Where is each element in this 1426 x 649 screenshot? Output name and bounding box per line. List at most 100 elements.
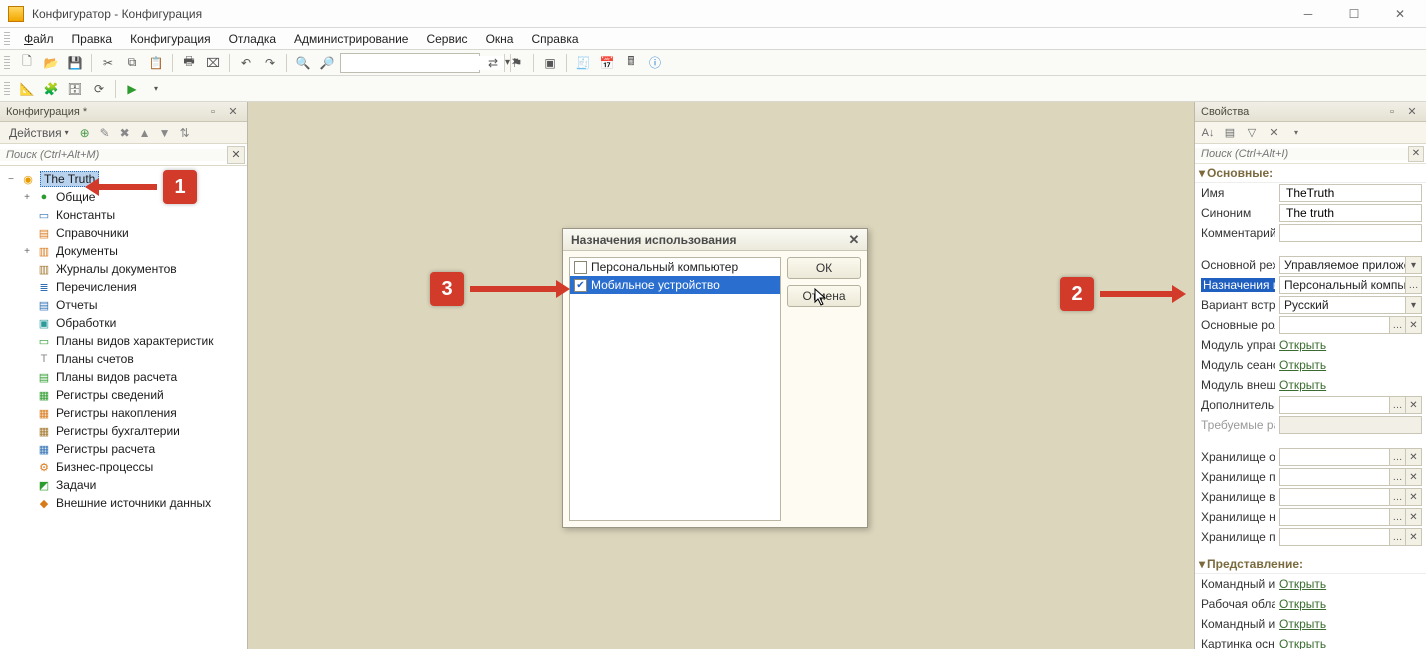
ellipsis-icon[interactable]: … bbox=[1389, 449, 1405, 465]
tree-item[interactable]: +▦Регистры сведений bbox=[0, 386, 247, 404]
prop-assignments-combo[interactable]: Персональный компьюте … bbox=[1279, 276, 1422, 294]
open-link[interactable]: Открыть bbox=[1279, 637, 1326, 649]
menu-service[interactable]: Сервис bbox=[418, 30, 475, 48]
run-button[interactable]: ▶ bbox=[121, 78, 143, 100]
clear-icon[interactable]: ✕ bbox=[1405, 469, 1421, 485]
open-file-button[interactable]: 📂 bbox=[40, 52, 62, 74]
menubar-grip[interactable] bbox=[4, 32, 10, 46]
categorize-icon[interactable]: ▤ bbox=[1221, 124, 1239, 142]
open-link[interactable]: Открыть bbox=[1279, 597, 1326, 611]
syntax-check-button[interactable]: 🧾 bbox=[572, 52, 594, 74]
tree-item[interactable]: +▦Регистры бухгалтерии bbox=[0, 422, 247, 440]
configuration-button[interactable]: 🧩 bbox=[40, 78, 62, 100]
properties-search-clear[interactable]: ✕ bbox=[1408, 146, 1424, 162]
checkbox-icon[interactable]: ✔ bbox=[574, 279, 587, 292]
configuration-tree[interactable]: − ◉ The Truth +●Общие+▭Константы+▤Справо… bbox=[0, 166, 247, 649]
tree-item[interactable]: +◩Задачи bbox=[0, 476, 247, 494]
clear-icon[interactable]: ✕ bbox=[1405, 397, 1421, 413]
clear-icon[interactable]: ✕ bbox=[1405, 509, 1421, 525]
ellipsis-icon[interactable]: … bbox=[1389, 317, 1405, 333]
prop-name-input[interactable] bbox=[1284, 185, 1417, 201]
ellipsis-icon[interactable]: … bbox=[1389, 489, 1405, 505]
tree-item[interactable]: +▥Журналы документов bbox=[0, 260, 247, 278]
cut-button[interactable]: ✂ bbox=[97, 52, 119, 74]
properties-panel-close-icon[interactable]: ✕ bbox=[1404, 104, 1420, 120]
dialog-cancel-button[interactable]: Отмена bbox=[787, 285, 861, 307]
window-minimize-button[interactable]: ─ bbox=[1286, 2, 1330, 26]
prop-comment-input[interactable] bbox=[1284, 225, 1417, 241]
open-link[interactable]: Открыть bbox=[1279, 378, 1326, 392]
open-link[interactable]: Открыть bbox=[1279, 338, 1326, 352]
ellipsis-icon[interactable]: … bbox=[1389, 509, 1405, 525]
designer-button[interactable]: 📐 bbox=[16, 78, 38, 100]
prop-variant-combo[interactable]: Русский ▾ bbox=[1279, 296, 1422, 314]
configuration-panel-pin-icon[interactable]: ▫ bbox=[205, 104, 221, 120]
properties-search-input[interactable] bbox=[1195, 148, 1408, 160]
open-link[interactable]: Открыть bbox=[1279, 358, 1326, 372]
sort-icon[interactable]: ⇅ bbox=[176, 124, 194, 142]
filter-icon[interactable]: ▽ bbox=[1243, 124, 1261, 142]
find-next-button[interactable]: 🔎 bbox=[316, 52, 338, 74]
menu-config[interactable]: Конфигурация bbox=[122, 30, 219, 48]
ellipsis-icon[interactable]: … bbox=[1389, 397, 1405, 413]
tree-collapse-icon[interactable]: − bbox=[6, 174, 16, 185]
run-dropdown[interactable]: ▾ bbox=[145, 78, 167, 100]
menu-file[interactable]: Файл bbox=[16, 30, 62, 48]
tree-item[interactable]: +▦Регистры расчета bbox=[0, 440, 247, 458]
tree-expand-icon[interactable]: + bbox=[22, 246, 32, 257]
sort-a-icon[interactable]: A↓ bbox=[1199, 124, 1217, 142]
toolbar-grip-2[interactable] bbox=[4, 82, 10, 96]
delete-icon[interactable]: ✖ bbox=[116, 124, 134, 142]
move-up-icon[interactable]: ▲ bbox=[136, 124, 154, 142]
help-button[interactable]: ⓘ bbox=[644, 52, 666, 74]
dialog-close-button[interactable]: ✕ bbox=[845, 231, 863, 249]
add-icon[interactable]: ⊕ bbox=[76, 124, 94, 142]
open-link[interactable]: Открыть bbox=[1279, 617, 1326, 631]
actions-menu-button[interactable]: Действия▾ bbox=[4, 124, 74, 142]
paste-button[interactable]: 📋 bbox=[145, 52, 167, 74]
tree-item[interactable]: +⚙Бизнес-процессы bbox=[0, 458, 247, 476]
tree-item[interactable]: +●Общие bbox=[0, 188, 247, 206]
configuration-search-clear[interactable]: ✕ bbox=[227, 146, 245, 164]
new-file-button[interactable]: 🗋 bbox=[16, 52, 38, 74]
clear-icon[interactable]: ✕ bbox=[1405, 449, 1421, 465]
dialog-list-item[interactable]: ✔Мобильное устройство bbox=[570, 276, 780, 294]
toolbar-search[interactable]: ▾ ✕ bbox=[340, 53, 480, 73]
properties-section-presentation[interactable]: ▾Представление: bbox=[1195, 555, 1426, 574]
ellipsis-icon[interactable]: … bbox=[1405, 277, 1421, 293]
prop-main-mode-combo[interactable]: Управляемое приложени ▾ bbox=[1279, 256, 1422, 274]
menu-admin[interactable]: Администрирование bbox=[286, 30, 416, 48]
print-preview-button[interactable]: ⌧ bbox=[202, 52, 224, 74]
update-button[interactable]: ⟳ bbox=[88, 78, 110, 100]
tree-item[interactable]: +≣Перечисления bbox=[0, 278, 247, 296]
calculator-button[interactable]: 🖩 bbox=[620, 52, 642, 74]
toolbar-grip-1[interactable] bbox=[4, 56, 10, 70]
dialog-list[interactable]: Персональный компьютер✔Мобильное устройс… bbox=[569, 257, 781, 521]
properties-section-main[interactable]: ▾Основные: bbox=[1195, 164, 1426, 183]
toolbar-search-input[interactable] bbox=[341, 56, 504, 70]
prop-synonym-input[interactable] bbox=[1284, 205, 1417, 221]
dialog-list-item[interactable]: Персональный компьютер bbox=[570, 258, 780, 276]
tree-item[interactable]: +ТПланы счетов bbox=[0, 350, 247, 368]
tree-item[interactable]: +◆Внешние источники данных bbox=[0, 494, 247, 512]
dropdown-icon[interactable]: ▾ bbox=[1405, 297, 1421, 313]
ellipsis-icon[interactable]: … bbox=[1389, 529, 1405, 545]
tree-expand-icon[interactable]: + bbox=[22, 192, 32, 203]
tree-item[interactable]: +▭Планы видов характеристик bbox=[0, 332, 247, 350]
menu-debug[interactable]: Отладка bbox=[221, 30, 284, 48]
misc-button-1[interactable]: ▣ bbox=[539, 52, 561, 74]
tree-item[interactable]: +▤Отчеты bbox=[0, 296, 247, 314]
tree-item[interactable]: +▤Справочники bbox=[0, 224, 247, 242]
move-down-icon[interactable]: ▼ bbox=[156, 124, 174, 142]
configuration-panel-close-icon[interactable]: ✕ bbox=[225, 104, 241, 120]
dropdown-icon[interactable]: ▾ bbox=[1287, 124, 1305, 142]
undo-button[interactable]: ↶ bbox=[235, 52, 257, 74]
tree-item[interactable]: +▭Константы bbox=[0, 206, 247, 224]
save-button[interactable]: 💾 bbox=[64, 52, 86, 74]
copy-button[interactable]: ⧉ bbox=[121, 52, 143, 74]
db-button[interactable]: 🗄 bbox=[64, 78, 86, 100]
tree-item[interactable]: +▥Документы bbox=[0, 242, 247, 260]
clear-icon[interactable]: ✕ bbox=[1405, 489, 1421, 505]
menu-help[interactable]: Справка bbox=[523, 30, 586, 48]
dialog-ok-button[interactable]: ОК bbox=[787, 257, 861, 279]
